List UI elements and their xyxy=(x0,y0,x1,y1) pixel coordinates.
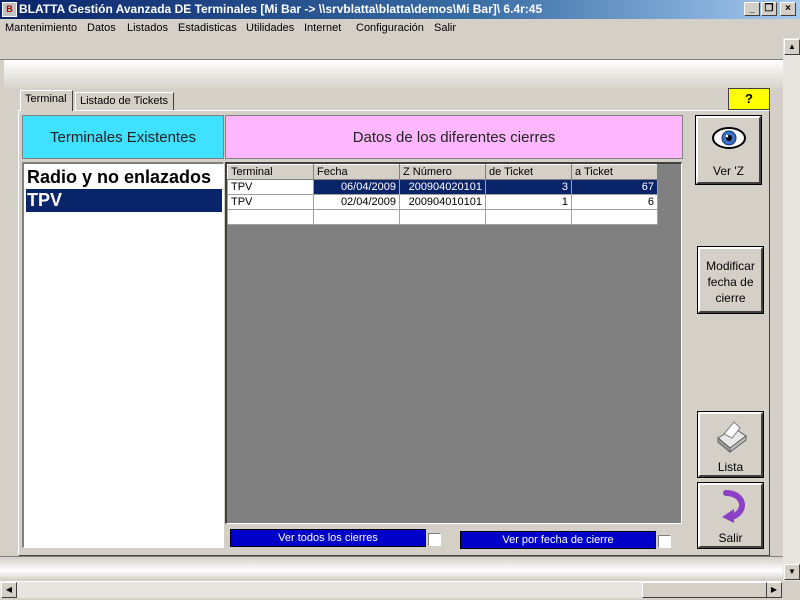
column-header[interactable]: Fecha xyxy=(313,164,400,180)
table-row-empty[interactable] xyxy=(227,209,658,225)
table-cell[interactable]: 67 xyxy=(571,179,658,195)
modificar-label-line1: Modificar xyxy=(706,259,755,273)
menu-salir[interactable]: Salir xyxy=(434,22,456,34)
menu-estadisticas[interactable]: Estadisticas xyxy=(178,22,237,34)
scroll-left-icon[interactable]: ◀ xyxy=(1,582,17,598)
table-header-row: Terminal Fecha Z Número de Ticket a Tick… xyxy=(227,164,658,180)
table-cell[interactable] xyxy=(399,209,486,225)
bottom-band xyxy=(0,556,800,580)
menu-bar: Mantenimiento Datos Listados Estadistica… xyxy=(0,19,800,38)
terminals-list[interactable]: Radio y no enlazados TPV xyxy=(22,162,224,548)
column-header[interactable]: Z Número xyxy=(399,164,486,180)
printer-icon xyxy=(717,421,747,454)
table-cell[interactable]: TPV xyxy=(227,179,314,195)
table-row[interactable]: TPV 02/04/2009 200904010101 1 6 xyxy=(227,194,658,210)
modificar-fecha-cierre-button[interactable]: Modificar fecha de cierre xyxy=(697,246,764,314)
list-item[interactable]: Radio y no enlazados xyxy=(26,166,222,189)
table-cell[interactable] xyxy=(485,209,572,225)
table-cell[interactable]: 02/04/2009 xyxy=(313,194,400,210)
list-item[interactable]: TPV xyxy=(26,189,222,212)
menu-datos[interactable]: Datos xyxy=(87,22,116,34)
tab-listado-tickets[interactable]: Listado de Tickets xyxy=(75,92,174,110)
column-header[interactable]: Terminal xyxy=(227,164,314,180)
close-button[interactable]: × xyxy=(780,2,796,16)
ver-z-label: Ver 'Z xyxy=(713,164,744,178)
table-cell[interactable]: 06/04/2009 xyxy=(313,179,400,195)
minimize-button[interactable]: _ xyxy=(744,2,760,16)
scroll-corner xyxy=(783,581,800,600)
table-cell[interactable]: 200904010101 xyxy=(399,194,486,210)
toolbar-band xyxy=(0,38,800,60)
modificar-label-line2: fecha de xyxy=(707,275,754,289)
vertical-scrollbar[interactable] xyxy=(783,38,800,581)
terminals-header: Terminales Existentes xyxy=(22,115,224,159)
modificar-label-line3: cierre xyxy=(715,291,746,305)
column-header[interactable]: de Ticket xyxy=(485,164,572,180)
table-cell[interactable] xyxy=(227,209,314,225)
scroll-up-icon[interactable]: ▲ xyxy=(784,39,800,55)
table-cell[interactable]: 3 xyxy=(485,179,572,195)
ver-por-fecha-button[interactable]: Ver por fecha de cierre xyxy=(460,531,656,549)
lista-label: Lista xyxy=(717,460,744,474)
salir-label: Salir xyxy=(718,531,743,545)
ver-todos-cierres-button[interactable]: Ver todos los cierres xyxy=(230,529,426,547)
menu-configuracion[interactable]: Configuración xyxy=(356,22,424,34)
scroll-down-icon[interactable]: ▼ xyxy=(784,564,800,580)
salir-button[interactable]: Salir xyxy=(697,482,764,549)
ver-todos-checkbox[interactable] xyxy=(428,533,441,546)
column-header[interactable]: a Ticket xyxy=(571,164,658,180)
table-cell[interactable] xyxy=(313,209,400,225)
app-icon[interactable]: B xyxy=(2,2,17,17)
exit-arrow-icon xyxy=(722,490,745,523)
tab-terminal[interactable]: Terminal xyxy=(20,90,73,111)
cierres-header: Datos de los diferentes cierres xyxy=(225,115,683,159)
eye-icon xyxy=(712,127,746,149)
cierres-table[interactable]: Terminal Fecha Z Número de Ticket a Tick… xyxy=(227,164,658,225)
menu-utilidades[interactable]: Utilidades xyxy=(246,22,294,34)
ver-por-fecha-checkbox[interactable] xyxy=(658,535,671,548)
ver-z-button[interactable]: Ver 'Z xyxy=(695,115,762,185)
lista-button[interactable]: Lista xyxy=(697,411,764,478)
scroll-right-icon[interactable]: ▶ xyxy=(766,582,782,598)
table-cell[interactable] xyxy=(571,209,658,225)
window-title: BLATTA Gestión Avanzada DE Terminales [M… xyxy=(19,2,543,16)
help-button[interactable]: ? xyxy=(728,88,770,110)
menu-listados[interactable]: Listados xyxy=(127,22,168,34)
menu-mantenimiento[interactable]: Mantenimiento xyxy=(5,22,77,34)
table-cell[interactable]: TPV xyxy=(227,194,314,210)
gradient-band xyxy=(4,60,796,90)
table-cell[interactable]: 6 xyxy=(571,194,658,210)
menu-internet[interactable]: Internet xyxy=(304,22,341,34)
table-row[interactable]: TPV 06/04/2009 200904020101 3 67 xyxy=(227,179,658,195)
title-bar: B BLATTA Gestión Avanzada DE Terminales … xyxy=(0,0,800,19)
horizontal-scroll-thumb[interactable] xyxy=(642,582,767,598)
table-cell[interactable]: 1 xyxy=(485,194,572,210)
table-cell[interactable]: 200904020101 xyxy=(399,179,486,195)
restore-button[interactable]: ❐ xyxy=(761,2,777,16)
